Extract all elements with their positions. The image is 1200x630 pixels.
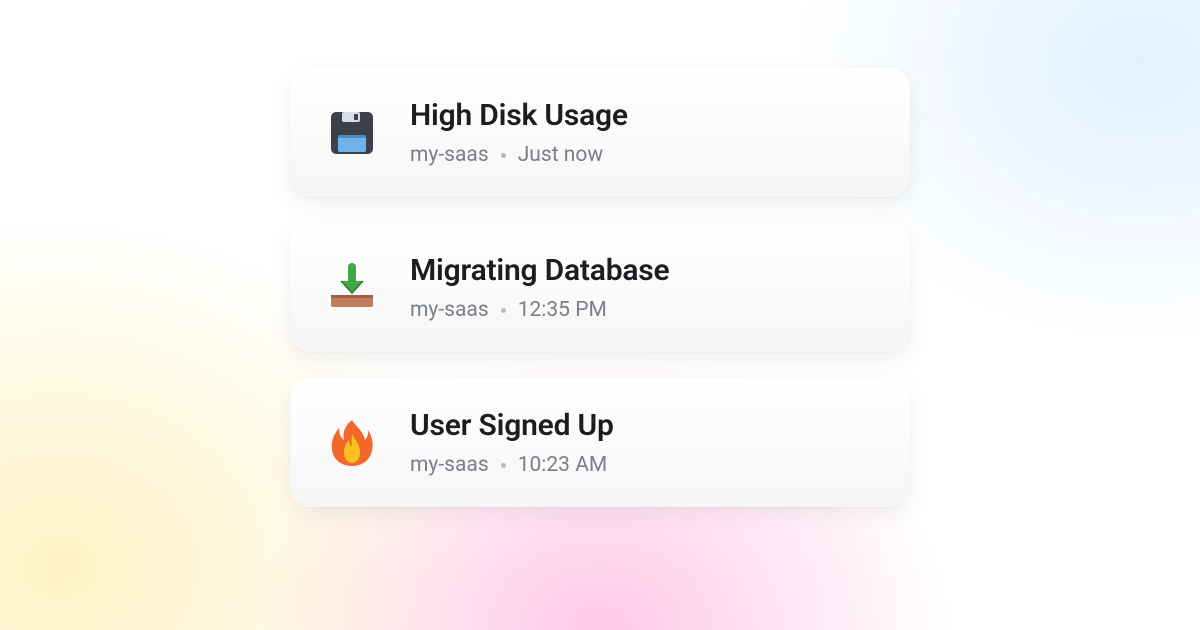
- inbox-download-icon: [324, 260, 380, 316]
- notification-card[interactable]: User Signed Up my-saas 10:23 AM: [290, 378, 910, 507]
- notification-project: my-saas: [410, 143, 489, 167]
- notification-body: High Disk Usage my-saas Just now: [410, 98, 876, 167]
- notification-time: 10:23 AM: [518, 453, 608, 477]
- floppy-disk-icon: [324, 105, 380, 161]
- notification-meta: my-saas 10:23 AM: [410, 453, 876, 477]
- meta-separator-icon: [501, 153, 506, 158]
- notification-time: Just now: [518, 143, 603, 167]
- notification-card[interactable]: Migrating Database my-saas 12:35 PM: [290, 223, 910, 352]
- notification-body: Migrating Database my-saas 12:35 PM: [410, 253, 876, 322]
- notification-project: my-saas: [410, 298, 489, 322]
- fire-icon: [324, 415, 380, 471]
- notification-time: 12:35 PM: [518, 298, 607, 322]
- meta-separator-icon: [501, 308, 506, 313]
- meta-separator-icon: [501, 463, 506, 468]
- notification-project: my-saas: [410, 453, 489, 477]
- notification-card[interactable]: High Disk Usage my-saas Just now: [290, 68, 910, 197]
- notification-title: Migrating Database: [410, 253, 876, 288]
- notification-title: High Disk Usage: [410, 98, 876, 133]
- notification-meta: my-saas Just now: [410, 143, 876, 167]
- notification-meta: my-saas 12:35 PM: [410, 298, 876, 322]
- notification-body: User Signed Up my-saas 10:23 AM: [410, 408, 876, 477]
- notification-title: User Signed Up: [410, 408, 876, 443]
